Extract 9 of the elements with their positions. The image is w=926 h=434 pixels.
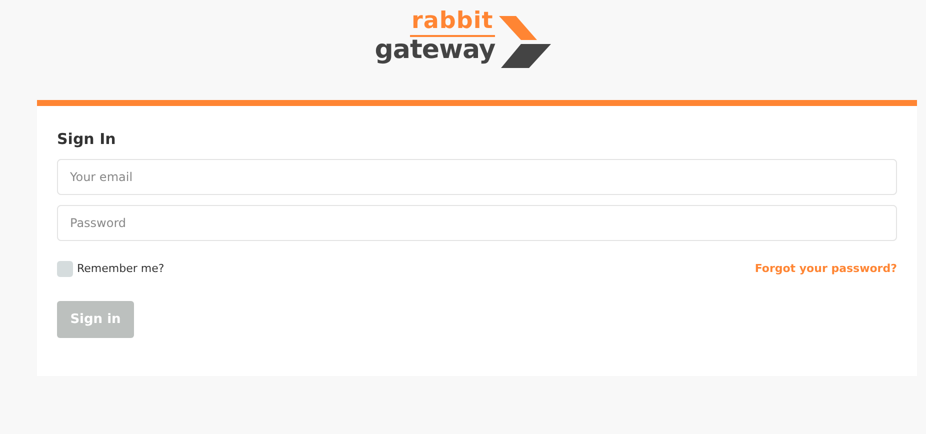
forgot-password-link[interactable]: Forgot your password? — [754, 260, 897, 277]
remember-checkbox[interactable] — [57, 260, 73, 277]
chevron-logo-icon — [499, 16, 552, 70]
logo-text: rabbit — [410, 10, 496, 37]
remember-label: Remember me? — [77, 260, 164, 276]
logo-text: gateway — [374, 37, 496, 63]
input-field[interactable]: Your email — [57, 158, 897, 194]
form-title: Sign In — [57, 129, 117, 150]
input-field[interactable]: Password — [57, 204, 897, 240]
